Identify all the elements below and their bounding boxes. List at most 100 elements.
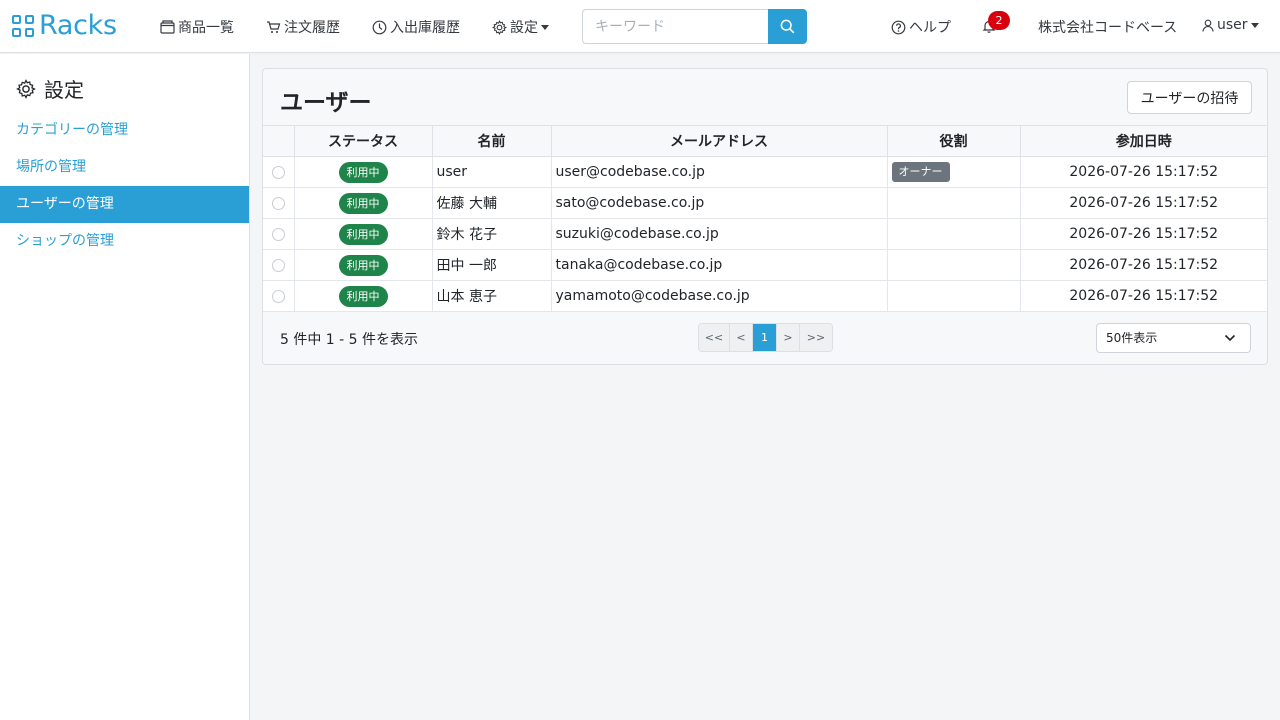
role-cell — [886, 218, 1021, 250]
email-cell: tanaka@codebase.co.jp — [550, 249, 888, 281]
table-row[interactable]: 利用中 鈴木 花子 suzuki@codebase.co.jp 2026-07-… — [263, 218, 1267, 250]
email-cell: yamamoto@codebase.co.jp — [550, 280, 888, 312]
name-cell: 山本 恵子 — [431, 280, 552, 312]
status-cell: 利用中 — [293, 280, 433, 312]
search-form — [582, 9, 807, 44]
row-select-cell — [263, 249, 295, 281]
per-page-select[interactable]: 50件表示 — [1096, 323, 1251, 353]
nav-settings-label: 設定 — [510, 20, 538, 36]
row-select-cell — [263, 280, 295, 312]
table-row[interactable]: 利用中 佐藤 大輔 sato@codebase.co.jp 2026-07-26… — [263, 187, 1267, 219]
email-cell: suzuki@codebase.co.jp — [550, 218, 888, 250]
company-link[interactable]: 株式会社コードベース — [1038, 17, 1177, 37]
name-cell: 佐藤 大輔 — [431, 187, 552, 219]
nav-products-label: 商品一覧 — [178, 20, 234, 36]
cart-icon — [267, 21, 281, 33]
pagination-next[interactable]: > — [777, 324, 800, 351]
question-circle-icon — [891, 20, 906, 34]
pagination-first[interactable]: << — [699, 324, 730, 351]
box-icon — [160, 20, 175, 34]
page-title: ユーザー — [280, 90, 372, 116]
table-row[interactable]: 利用中 山本 恵子 yamamoto@codebase.co.jp 2026-0… — [263, 280, 1267, 312]
pagination-page-1[interactable]: 1 — [753, 324, 777, 351]
sidebar-title-label: 設定 — [44, 78, 84, 102]
column-header-joined: 参加日時 — [1019, 125, 1267, 157]
nav-products[interactable]: 商品一覧 — [160, 17, 234, 37]
users-card: ユーザー ユーザーの招待 ステータス 名前 メールアドレス 役割 参加日時 利用… — [262, 68, 1268, 365]
help-link[interactable]: ヘルプ — [891, 17, 951, 37]
role-cell: オーナー — [886, 156, 1021, 188]
status-badge: 利用中 — [338, 223, 388, 245]
table-header-row: ステータス 名前 メールアドレス 役割 参加日時 — [263, 125, 1267, 157]
name-cell: user — [431, 156, 552, 188]
row-select-cell — [263, 187, 295, 219]
sidebar-item-users[interactable]: ユーザーの管理 — [0, 186, 249, 223]
status-badge: 利用中 — [338, 161, 388, 183]
status-badge: 利用中 — [338, 192, 388, 214]
notification-count-badge: 2 — [988, 11, 1010, 30]
name-cell: 田中 一郎 — [431, 249, 552, 281]
select-column-header — [263, 125, 295, 157]
search-icon — [780, 19, 795, 34]
users-table: ステータス 名前 メールアドレス 役割 参加日時 利用中 user user@c… — [263, 125, 1267, 312]
caret-down-icon — [1250, 22, 1259, 28]
role-badge: オーナー — [891, 162, 950, 182]
pagination: << < 1 > >> — [698, 323, 833, 352]
row-select-radio[interactable] — [271, 227, 285, 241]
logo-icon — [12, 15, 34, 37]
status-badge: 利用中 — [338, 285, 388, 307]
email-cell: sato@codebase.co.jp — [550, 187, 888, 219]
search-input[interactable] — [582, 9, 768, 44]
gear-icon — [492, 19, 507, 35]
sidebar-item-locations[interactable]: 場所の管理 — [0, 149, 249, 186]
company-name: 株式会社コードベース — [1038, 20, 1178, 36]
pagination-prev[interactable]: < — [730, 324, 753, 351]
role-cell — [886, 249, 1021, 281]
user-icon — [1202, 19, 1214, 32]
joined-cell: 2026-07-26 15:17:52 — [1019, 280, 1267, 312]
logo-text: Racks — [39, 10, 117, 41]
caret-down-icon — [541, 24, 549, 30]
nav-stock-history-label: 入出庫履歴 — [390, 20, 460, 36]
help-label: ヘルプ — [909, 20, 951, 36]
row-select-radio[interactable] — [271, 165, 285, 179]
status-cell: 利用中 — [293, 218, 433, 250]
row-select-radio[interactable] — [271, 258, 285, 272]
table-row[interactable]: 利用中 田中 一郎 tanaka@codebase.co.jp 2026-07-… — [263, 249, 1267, 281]
invite-user-button[interactable]: ユーザーの招待 — [1127, 81, 1252, 114]
search-button[interactable] — [768, 9, 807, 44]
result-summary: 5 件中 1 - 5 件を表示 — [280, 332, 419, 348]
row-select-radio[interactable] — [271, 289, 285, 303]
joined-cell: 2026-07-26 15:17:52 — [1019, 156, 1267, 188]
column-header-email: メールアドレス — [550, 125, 888, 157]
column-header-name: 名前 — [431, 125, 552, 157]
joined-cell: 2026-07-26 15:17:52 — [1019, 249, 1267, 281]
nav-orders[interactable]: 注文履歴 — [266, 17, 340, 37]
gear-icon — [16, 78, 36, 99]
user-name: user — [1217, 17, 1248, 33]
status-cell: 利用中 — [293, 187, 433, 219]
user-menu-dropdown[interactable]: user — [1202, 17, 1259, 33]
nav-orders-label: 注文履歴 — [284, 20, 340, 36]
sidebar-item-shops[interactable]: ショップの管理 — [0, 223, 249, 260]
chevron-down-icon — [1224, 334, 1236, 342]
table-row[interactable]: 利用中 user user@codebase.co.jp オーナー 2026-0… — [263, 156, 1267, 188]
joined-cell: 2026-07-26 15:17:52 — [1019, 218, 1267, 250]
column-header-role: 役割 — [886, 125, 1021, 157]
name-cell: 鈴木 花子 — [431, 218, 552, 250]
clock-icon — [372, 20, 387, 34]
joined-cell: 2026-07-26 15:17:52 — [1019, 187, 1267, 219]
nav-stock-history[interactable]: 入出庫履歴 — [372, 17, 460, 37]
status-cell: 利用中 — [293, 156, 433, 188]
nav-settings-dropdown[interactable]: 設定 — [492, 17, 549, 37]
per-page-value: 50件表示 — [1106, 331, 1158, 345]
role-cell — [886, 280, 1021, 312]
sidebar-item-categories[interactable]: カテゴリーの管理 — [0, 112, 249, 149]
row-select-radio[interactable] — [271, 196, 285, 210]
settings-sidebar: 設定 カテゴリーの管理 場所の管理 ユーザーの管理 ショップの管理 — [0, 54, 250, 720]
logo[interactable]: Racks — [12, 11, 117, 41]
status-cell: 利用中 — [293, 249, 433, 281]
pagination-last[interactable]: >> — [800, 324, 832, 351]
email-cell: user@codebase.co.jp — [550, 156, 888, 188]
sidebar-title: 設定 — [16, 74, 84, 103]
